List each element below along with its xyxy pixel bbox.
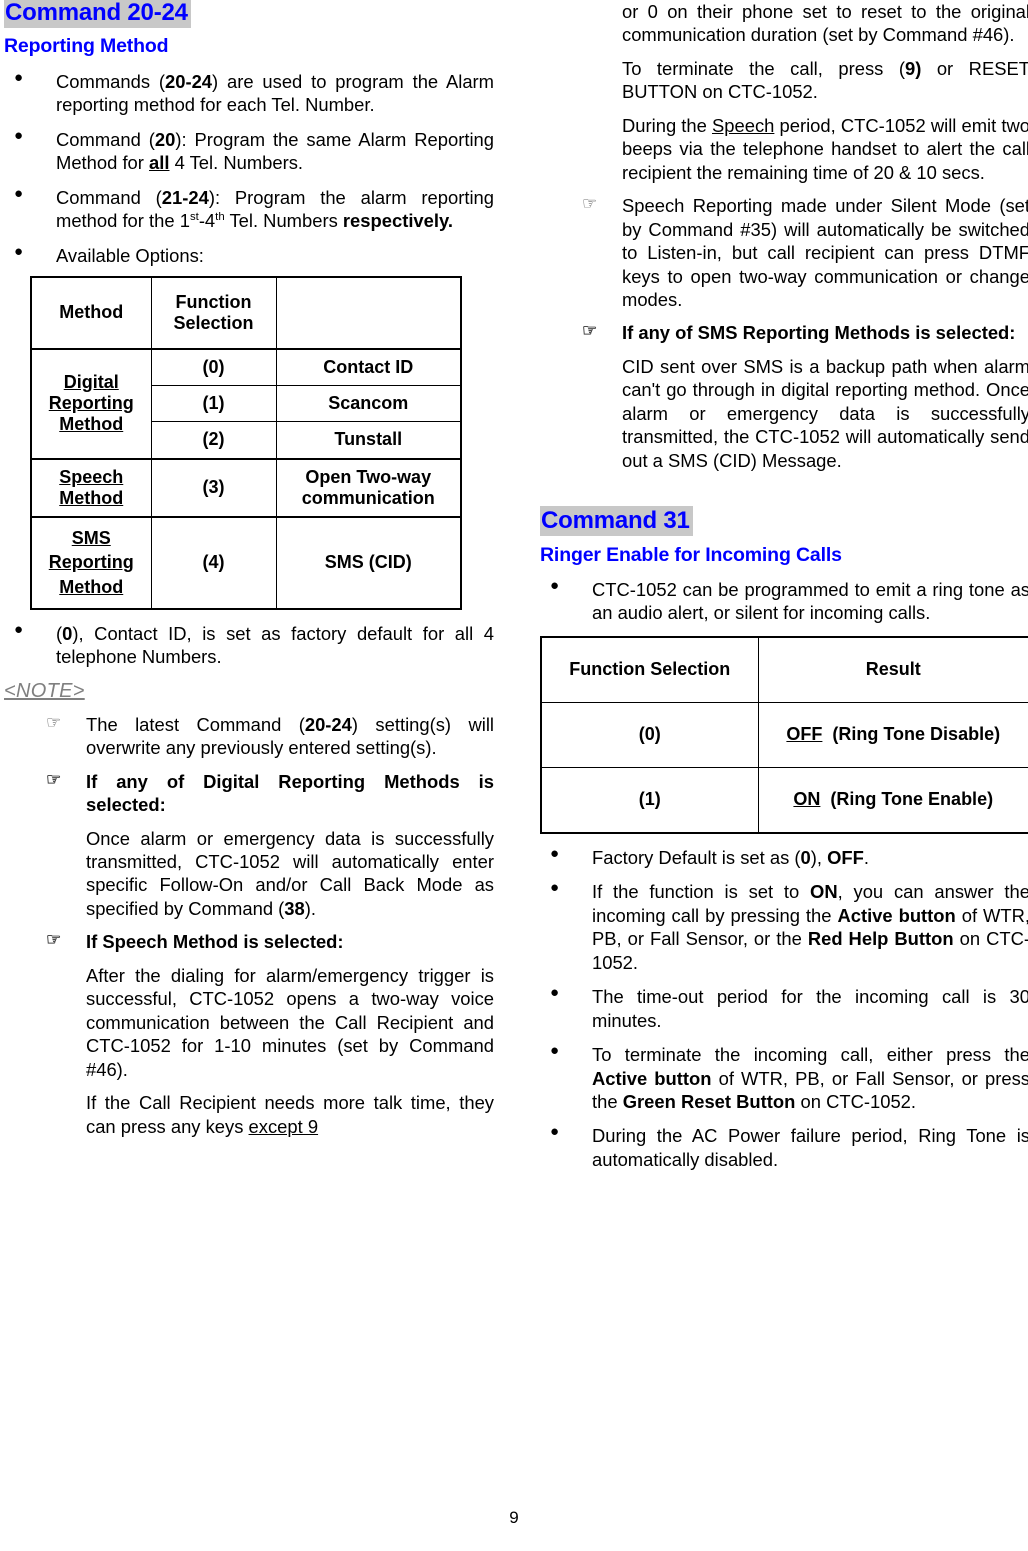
document-page: Command 20-24 Reporting Method Commands … <box>0 0 1028 1551</box>
note-label: <NOTE> <box>4 679 85 702</box>
command-31-heading: Command 31 <box>540 506 1028 537</box>
page-number: 9 <box>509 1508 519 1527</box>
command-20-24-heading: Command 20-24 <box>4 0 494 28</box>
note-latest-command: The latest Command (20-24) setting(s) wi… <box>4 712 494 760</box>
bullet-commands-20-24: Commands (20-24) are used to program the… <box>4 68 494 117</box>
reporting-method-table-wrap: Method Function Selection Digital Reportin… <box>30 275 494 610</box>
header-result: Result <box>757 636 1028 703</box>
note-sms-reporting-selected: If any of SMS Reporting Methods is selec… <box>540 320 1028 344</box>
reporting-method-subheading: Reporting Method <box>4 35 169 58</box>
cell-selection-3: (3) <box>150 457 277 518</box>
cell-result-sms-cid: SMS (CID) <box>275 516 462 610</box>
speech-period-paragraph: During the Speech period, CTC-1052 will … <box>622 114 1028 183</box>
left-bullet-list: Commands (20-24) are used to program the… <box>4 68 494 267</box>
bullet-command-21-24: Command (21-24): Program the alarm repor… <box>4 184 494 233</box>
note-silent-mode: Speech Reporting made under Silent Mode … <box>540 193 1028 311</box>
cell-selection-1: (1) <box>540 766 759 834</box>
cell-digital-reporting-method: Digital Reporting Method <box>30 347 152 460</box>
terminate-call-paragraph: To terminate the call, press (9) or RESE… <box>622 57 1028 103</box>
note-speech-method-selected: If Speech Method is selected: <box>4 929 494 953</box>
note-digital-reporting-selected: If any of Digital Reporting Methods is s… <box>4 769 494 817</box>
continuation-paragraph: or 0 on their phone set to reset to the … <box>622 1 1028 46</box>
header-function-selection: Function Selection <box>540 636 759 703</box>
digital-reporting-paragraph: Once alarm or emergency data is successf… <box>86 827 494 919</box>
header-blank <box>275 276 462 350</box>
right-column: or 0 on their phone set to reset to the … <box>540 0 1028 1182</box>
sms-paragraph: CID sent over SMS is a backup path when … <box>622 355 1028 471</box>
ringer-table: Function Selection Result (0) OFF (Ring … <box>540 635 1028 834</box>
ringer-table-wrap: Function Selection Result (0) OFF (Ring … <box>540 635 1028 834</box>
cell-selection-4: (4) <box>150 516 277 610</box>
table-row: Speech Method (3) Open Two-way communicati… <box>30 457 462 518</box>
table-row: Digital Reporting Method (0) Contact ID <box>30 347 462 460</box>
left-column: Command 20-24 Reporting Method Commands … <box>4 0 494 1148</box>
command-20-24-heading-text: Command 20-24 <box>4 0 191 28</box>
bullet-answer-incoming-call: If the function is set to ON, you can an… <box>540 878 1028 974</box>
cell-result-on: ON (Ring Tone Enable) <box>757 766 1028 834</box>
cell-result-tunstall: Tunstall <box>275 421 462 460</box>
bullet-factory-default: (0), Contact ID, is set as factory defau… <box>4 620 494 669</box>
ringer-enable-subheading: Ringer Enable for Incoming Calls <box>540 543 842 566</box>
cell-selection-0: (0) <box>540 701 759 768</box>
cell-selection-0: (0) <box>150 347 277 387</box>
bullet-terminate-incoming-call: To terminate the incoming call, either p… <box>540 1041 1028 1113</box>
ringer-bullet-list: Factory Default is set as (0), OFF. If t… <box>540 844 1028 1171</box>
bullet-factory-default-off: Factory Default is set as (0), OFF. <box>540 844 1028 869</box>
bullet-available-options: Available Options: <box>4 241 494 267</box>
right-note-list: Speech Reporting made under Silent Mode … <box>540 193 1028 345</box>
bullet-command-20: Command (20): Program the same Alarm Rep… <box>4 126 494 175</box>
bullet-ac-power-failure: During the AC Power failure period, Ring… <box>540 1122 1028 1171</box>
cell-result-off: OFF (Ring Tone Disable) <box>757 701 1028 768</box>
cell-result-scancom: Scancom <box>275 385 462 423</box>
table-row: SMS Reporting Method (4) SMS (CID) <box>30 516 462 610</box>
header-function-selection: Function Selection <box>150 276 277 350</box>
speech-paragraph-2: If the Call Recipient needs more talk ti… <box>86 1092 494 1137</box>
cell-selection-1: (1) <box>150 385 277 423</box>
cell-selection-2: (2) <box>150 421 277 460</box>
speech-note-list: If Speech Method is selected: <box>4 929 494 953</box>
cell-speech-method: Speech Method <box>30 457 152 518</box>
left-note-list: The latest Command (20-24) setting(s) wi… <box>4 712 494 817</box>
table-row: (1) ON (Ring Tone Enable) <box>540 766 1028 834</box>
cell-result-contact-id: Contact ID <box>275 347 462 387</box>
cell-result-open-two-way: Open Two-way communication <box>275 457 462 518</box>
table-header-row: Method Function Selection <box>30 276 462 350</box>
header-method: Method <box>30 276 152 350</box>
command-31-heading-text: Command 31 <box>540 506 693 537</box>
cell-sms-reporting-method: SMS Reporting Method <box>30 516 152 610</box>
table-header-row: Function Selection Result <box>540 636 1028 703</box>
speech-paragraph-1: After the dialing for alarm/emergency tr… <box>86 964 494 1080</box>
reporting-method-table: Method Function Selection Digital Reportin… <box>30 275 462 610</box>
bullet-ringer-intro: CTC-1052 can be programmed to emit a rin… <box>540 576 1028 625</box>
bullet-timeout-period: The time-out period for the incoming cal… <box>540 983 1028 1032</box>
ringer-intro-list: CTC-1052 can be programmed to emit a rin… <box>540 576 1028 625</box>
default-setting-list: (0), Contact ID, is set as factory defau… <box>4 620 494 669</box>
table-row: (0) OFF (Ring Tone Disable) <box>540 701 1028 768</box>
